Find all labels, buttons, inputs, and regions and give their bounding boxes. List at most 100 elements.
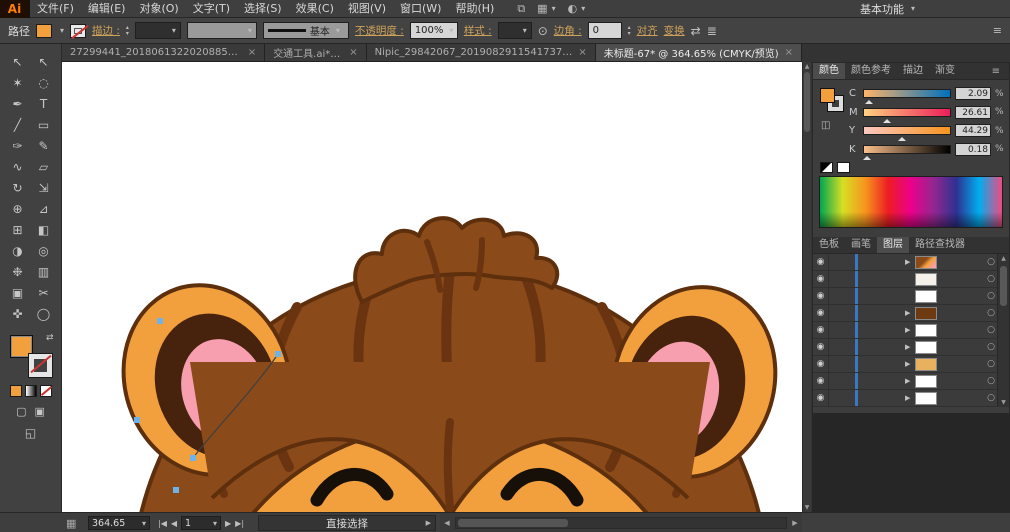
scroll-thumb[interactable] (458, 519, 568, 527)
first-artboard-icon[interactable]: |◀ (158, 519, 167, 528)
menu-item[interactable]: 编辑(E) (81, 0, 133, 18)
channel-value-field[interactable]: 2.09 (955, 87, 991, 100)
menu-item[interactable]: 对象(O) (132, 0, 185, 18)
previous-artboard-icon[interactable]: ◀ (171, 519, 177, 528)
document-tab[interactable]: Nipic_29842067_20190829115417377000.ai* … (367, 44, 596, 61)
layer-target-icon[interactable]: ○ (987, 359, 995, 369)
variable-width-profile-combo[interactable]: ▾ (187, 22, 257, 39)
layer-target-icon[interactable]: ○ (987, 308, 995, 318)
workspace-switcher[interactable]: 基本功能 ▾ (860, 1, 915, 17)
mesh-tool[interactable]: ⊞ (5, 220, 31, 239)
layer-thumbnail[interactable] (915, 358, 937, 371)
channel-slider[interactable] (863, 145, 951, 154)
blend-tool[interactable]: ◎ (31, 241, 57, 260)
eyedropper-tool[interactable]: ◑ (5, 241, 31, 260)
scroll-down-icon[interactable]: ▼ (998, 399, 1009, 406)
stroke-width-stepper[interactable]: ▴▾ (126, 25, 129, 37)
layer-row[interactable]: ◉ ▶ ○ (813, 356, 1009, 373)
panel-tab[interactable]: 画笔 (845, 237, 877, 253)
visibility-eye-icon[interactable]: ◉ (813, 322, 829, 338)
pencil-tool[interactable]: ✎ (31, 136, 57, 155)
layer-target-icon[interactable]: ○ (987, 291, 995, 301)
panel-tab[interactable]: 路径查找器 (909, 237, 971, 253)
close-icon[interactable]: × (578, 47, 586, 58)
draw-normal-icon[interactable]: ▢ (16, 405, 26, 418)
expand-triangle-icon[interactable]: ▶ (905, 326, 915, 334)
hand-tool[interactable]: ✜ (5, 304, 31, 323)
chevron-down-icon[interactable]: ▾ (60, 26, 64, 35)
fill-color-swatch[interactable] (36, 24, 52, 38)
layer-row[interactable]: ◉ ▶ ○ (813, 322, 1009, 339)
expand-triangle-icon[interactable]: ▶ (905, 394, 915, 402)
channel-value-field[interactable]: 0.18 (955, 143, 991, 156)
next-artboard-icon[interactable]: ▶ (225, 519, 231, 528)
gradient-button[interactable] (25, 385, 37, 397)
visibility-eye-icon[interactable]: ◉ (813, 254, 829, 270)
layer-row[interactable]: ◉ ○ (813, 271, 1009, 288)
expand-triangle-icon[interactable]: ▶ (905, 258, 915, 266)
layer-row[interactable]: ◉ ▶ ○ (813, 373, 1009, 390)
opacity-panel-link[interactable]: 不透明度 : (355, 23, 404, 38)
panel-tab[interactable]: 描边 (897, 63, 929, 79)
document-tab[interactable]: 交通工具.ai* @ ... × (265, 44, 366, 61)
panel-menu-icon[interactable]: ≡ (987, 64, 1005, 80)
expand-triangle-icon[interactable]: ▶ (905, 377, 915, 385)
menu-item[interactable]: 效果(C) (289, 0, 341, 18)
zoom-combo[interactable]: 364.65 ▾ (88, 516, 150, 530)
layer-thumbnail[interactable] (915, 375, 937, 388)
layer-target-icon[interactable]: ○ (987, 342, 995, 352)
mixer-fill-swatch[interactable] (820, 88, 835, 103)
none-button[interactable] (40, 385, 52, 397)
layer-thumbnail[interactable] (915, 273, 937, 286)
canvas-vertical-scrollbar[interactable]: ▲ ▼ (802, 62, 811, 512)
artboard-tool[interactable]: ▣ (5, 283, 31, 302)
layer-row[interactable]: ◉ ▶ ○ (813, 390, 1009, 407)
corner-value-combo[interactable]: 0 (588, 22, 622, 39)
panel-tab[interactable]: 色板 (813, 237, 845, 253)
isolate-selection-icon[interactable]: ⇄ (691, 24, 701, 38)
close-icon[interactable]: × (248, 47, 256, 58)
scroll-thumb[interactable] (1000, 266, 1007, 306)
layer-thumbnail[interactable] (915, 290, 937, 303)
free-transform-tool[interactable]: ▱ (31, 157, 57, 176)
style-panel-link[interactable]: 样式 : (464, 23, 492, 38)
slider-thumb-icon[interactable] (863, 152, 871, 160)
color-button[interactable] (10, 385, 22, 397)
layer-target-icon[interactable]: ○ (987, 325, 995, 335)
rectangle-tool[interactable]: ▭ (31, 115, 57, 134)
slider-thumb-icon[interactable] (865, 96, 873, 104)
layer-row[interactable]: ◉ ○ (813, 288, 1009, 305)
align-panel-link[interactable]: 对齐 (637, 23, 658, 38)
perspective-grid-tool[interactable]: ⊿ (31, 199, 57, 218)
menu-item[interactable]: 帮助(H) (448, 0, 501, 18)
menu-item[interactable]: 选择(S) (237, 0, 289, 18)
menu-item[interactable]: 文件(F) (30, 0, 81, 18)
canvas-artboard[interactable] (62, 62, 802, 512)
color-spectrum-bar[interactable] (819, 176, 1003, 228)
screen-mode-icon[interactable]: ◱ (25, 426, 36, 440)
layer-row[interactable]: ◉ ▶ ○ (813, 254, 1009, 271)
layers-scrollbar[interactable]: ▲ ▼ (997, 254, 1009, 407)
layer-thumbnail[interactable] (915, 324, 937, 337)
black-white-swatch[interactable] (820, 162, 833, 173)
scroll-right-icon[interactable]: ▶ (788, 519, 802, 527)
status-tool-display[interactable]: 直接选择 ▶ (258, 515, 436, 531)
line-segment-tool[interactable]: ╱ (5, 115, 31, 134)
visibility-eye-icon[interactable]: ◉ (813, 339, 829, 355)
brush-definition-combo[interactable]: 基本 ▾ (263, 22, 349, 39)
selection-tool[interactable]: ↖ (5, 52, 31, 71)
rotate-tool[interactable]: ↻ (5, 178, 31, 197)
arrange-documents-icon[interactable]: ▦▾ (537, 2, 555, 16)
swatch-toggle-icon[interactable]: ◫ (821, 120, 830, 131)
menu-item[interactable]: 文字(T) (186, 0, 237, 18)
panel-menu-icon[interactable]: ≡ (993, 24, 1002, 37)
style-combo[interactable]: ▾ (498, 22, 532, 39)
document-tab[interactable]: 27299441_20180613220208854088.ai* × (62, 44, 265, 61)
last-artboard-icon[interactable]: ▶| (235, 519, 244, 528)
scroll-up-icon[interactable]: ▲ (803, 63, 811, 70)
slider-thumb-icon[interactable] (883, 115, 891, 123)
scroll-up-icon[interactable]: ▲ (998, 255, 1009, 262)
menu-item[interactable]: 视图(V) (341, 0, 393, 18)
panel-tab[interactable]: 图层 (877, 237, 909, 253)
opacity-combo[interactable]: 100%▾ (410, 22, 458, 39)
